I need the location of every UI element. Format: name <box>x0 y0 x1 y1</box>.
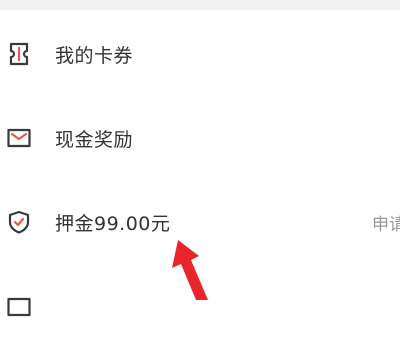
menu-item-next[interactable] <box>0 264 400 348</box>
menu-item-deposit[interactable]: 押金99.00元 申请 <box>0 180 400 264</box>
envelope-icon <box>6 294 32 320</box>
apply-refund-link[interactable]: 申请 <box>372 210 400 235</box>
menu-item-label: 现金奖励 <box>55 128 134 151</box>
menu-item-label: 我的卡券 <box>55 44 134 67</box>
shield-check-icon <box>6 209 32 235</box>
envelope-icon <box>6 125 32 151</box>
menu-item-my-coupons[interactable]: 我的卡券 <box>0 12 400 96</box>
ticket-icon <box>6 41 32 67</box>
menu-item-label: 押金99.00元 <box>55 212 171 235</box>
menu-item-cash-rewards[interactable]: 现金奖励 <box>0 96 400 180</box>
top-divider <box>0 0 400 10</box>
